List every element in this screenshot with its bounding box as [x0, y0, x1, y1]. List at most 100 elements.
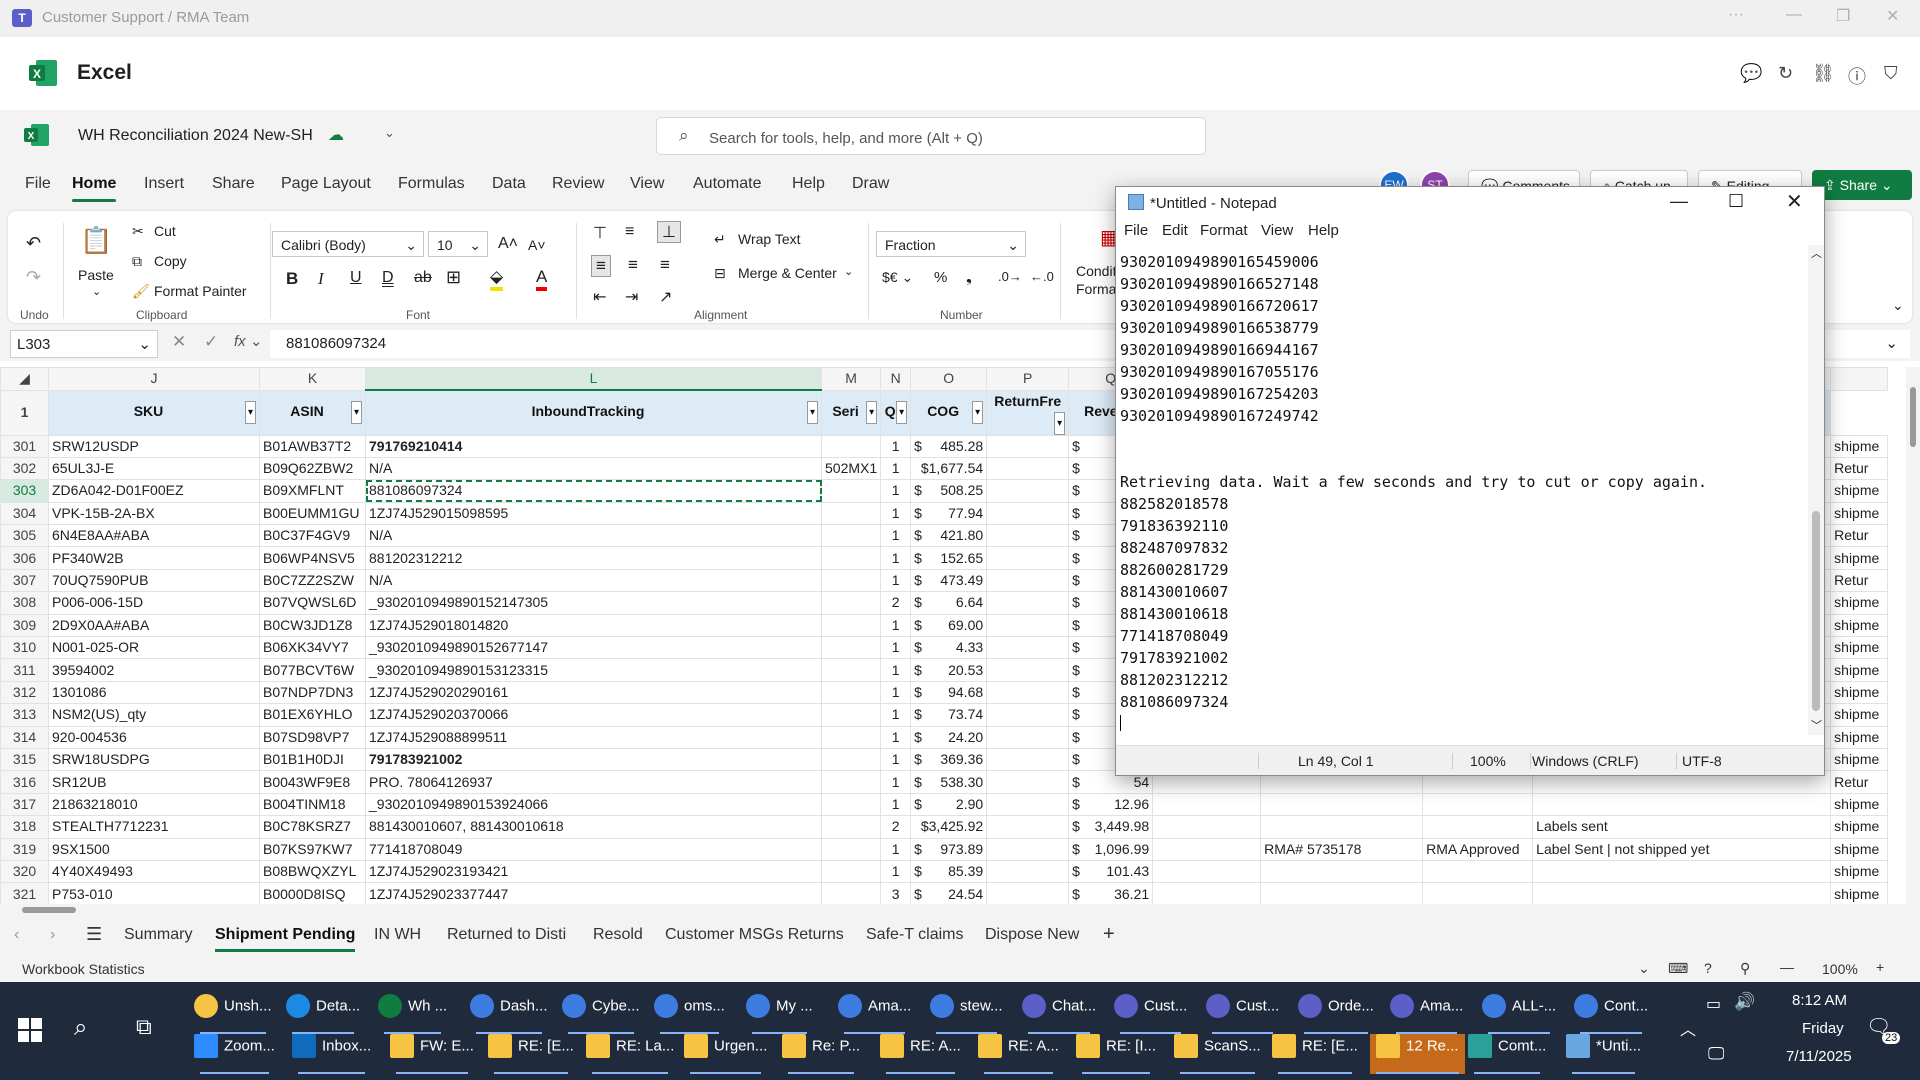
serial-cell[interactable] — [820, 882, 882, 906]
serial-cell[interactable] — [820, 680, 882, 705]
all-sheets-icon[interactable]: ☰ — [86, 924, 102, 945]
format-painter-icon[interactable]: 🖌 — [132, 283, 150, 300]
cog-cell[interactable]: $369.36 — [910, 747, 988, 772]
percent-icon[interactable]: % — [934, 269, 947, 286]
inbound-tracking-cell[interactable]: 1ZJ74J529018014820 — [365, 613, 822, 638]
cog-cell[interactable]: $421.80 — [910, 524, 988, 548]
serial-cell[interactable] — [820, 815, 882, 839]
taskbar-window-button[interactable]: RE: [E... — [488, 1034, 574, 1074]
revenue-cell[interactable]: $3,449.98 — [1068, 815, 1154, 839]
serial-cell[interactable] — [820, 770, 882, 794]
cog-cell[interactable]: $485.28 — [910, 434, 988, 458]
cog-cell[interactable]: $20.53 — [910, 658, 988, 682]
format-painter-button[interactable]: Format Painter — [154, 283, 247, 299]
qty-cell[interactable]: 1 — [880, 568, 912, 593]
notepad-menu-view[interactable]: View — [1261, 222, 1293, 239]
align-middle-icon[interactable]: ≡ — [625, 223, 634, 241]
table-header-cell[interactable]: SKU ▾ — [48, 389, 260, 436]
taskbar-app-button[interactable]: Orde... — [1298, 994, 1374, 1034]
serial-cell[interactable] — [820, 658, 882, 682]
qty-cell[interactable]: 3 — [880, 882, 912, 906]
font-color-icon[interactable]: A — [536, 267, 548, 291]
cut-icon[interactable]: ✂ — [132, 223, 144, 240]
cog-cell[interactable]: $77.94 — [910, 501, 988, 526]
align-left-icon[interactable]: ≡ — [591, 255, 611, 277]
taskbar-search-icon[interactable]: ⌕ — [74, 1014, 87, 1042]
row-number[interactable]: 307 — [0, 568, 49, 593]
rma-status-cell[interactable] — [1422, 859, 1534, 884]
qty-cell[interactable]: 1 — [880, 456, 912, 481]
return-fee-cell[interactable] — [986, 456, 1070, 481]
serial-cell[interactable] — [820, 636, 882, 660]
tab-file[interactable]: File — [25, 175, 51, 193]
taskbar-window-button[interactable]: RE: [I... — [1076, 1034, 1156, 1074]
taskbar-app-button[interactable]: Cust... — [1114, 994, 1187, 1034]
sku-cell[interactable]: P753-010 — [48, 882, 260, 906]
cell[interactable] — [1152, 859, 1262, 884]
number-format-select[interactable]: Fraction ⌄ — [876, 231, 1026, 257]
more-options-icon[interactable]: ··· — [1728, 6, 1744, 24]
return-fee-cell[interactable] — [986, 568, 1070, 593]
revenue-cell[interactable]: $101.43 — [1068, 859, 1154, 884]
serial-cell[interactable] — [820, 703, 882, 727]
row-number[interactable]: 312 — [0, 680, 49, 705]
serial-cell[interactable] — [820, 434, 882, 458]
return-fee-cell[interactable] — [986, 434, 1070, 458]
row-number[interactable]: 317 — [0, 792, 49, 817]
serial-cell[interactable] — [820, 546, 882, 570]
row-number[interactable]: 308 — [0, 591, 49, 615]
feedback-icon[interactable]: ⚲ — [1740, 960, 1750, 977]
cog-cell[interactable]: $24.54 — [910, 882, 988, 906]
qty-cell[interactable]: 2 — [880, 815, 912, 839]
taskbar-window-button[interactable]: Re: P... — [782, 1034, 860, 1074]
inbound-tracking-cell[interactable]: 1ZJ74J529015098595 — [365, 501, 822, 526]
serial-cell[interactable] — [820, 859, 882, 884]
table-header-cell[interactable]: Q ▾ — [880, 389, 912, 436]
align-bottom-icon[interactable]: ⊥ — [657, 221, 681, 243]
inbound-tracking-cell[interactable]: N/A — [365, 524, 822, 548]
status-cell[interactable]: Retur — [1830, 568, 1889, 593]
taskbar-app-button[interactable]: Cust... — [1206, 994, 1279, 1034]
row-number[interactable]: 316 — [0, 770, 49, 794]
inbound-tracking-cell[interactable]: 791783921002 — [365, 747, 822, 772]
asin-cell[interactable]: B01EX6YHLO — [259, 703, 366, 727]
sheet-tab-summary[interactable]: Summary — [124, 926, 192, 944]
rma-status-cell[interactable]: RMA Approved — [1422, 837, 1534, 861]
taskbar-window-button[interactable]: RE: [E... — [1272, 1034, 1358, 1074]
rma-number-cell[interactable]: RMA# 5735178 — [1260, 837, 1424, 861]
table-header-cell[interactable]: COG ▾ — [910, 389, 988, 436]
taskbar-app-button[interactable]: Ama... — [838, 994, 911, 1034]
asin-cell[interactable]: B0CW3JD1Z8 — [259, 613, 366, 638]
inbound-tracking-cell[interactable]: 1ZJ74J529020290161 — [365, 680, 822, 705]
asin-cell[interactable]: B0043WF9E8 — [259, 770, 366, 794]
taskbar-app-button[interactable]: Ama... — [1390, 994, 1463, 1034]
cog-cell[interactable]: $69.00 — [910, 613, 988, 638]
taskbar-window-button[interactable]: *Unti... — [1566, 1034, 1641, 1074]
taskbar-app-button[interactable]: Unsh... — [194, 994, 272, 1034]
search-box[interactable]: ⌕ Search for tools, help, and more (Alt … — [656, 117, 1206, 155]
return-fee-cell[interactable] — [986, 613, 1070, 638]
filter-dropdown-icon[interactable]: ▾ — [1054, 411, 1066, 434]
cog-cell[interactable]: $3,425.92 — [910, 815, 988, 839]
notepad-minimize-icon[interactable]: — — [1670, 191, 1688, 212]
sku-cell[interactable]: STEALTH7712231 — [48, 815, 260, 839]
sku-cell[interactable]: SR12UB — [48, 770, 260, 794]
rma-status-cell[interactable] — [1422, 792, 1534, 817]
tab-page-layout[interactable]: Page Layout — [281, 175, 371, 193]
vertical-scroll-thumb[interactable] — [1910, 387, 1916, 447]
status-cell[interactable]: shipme — [1830, 479, 1889, 503]
notepad-scroll-up-icon[interactable]: ︿ — [1811, 245, 1822, 261]
row-number[interactable]: 320 — [0, 859, 49, 884]
qty-cell[interactable]: 1 — [880, 725, 912, 749]
return-fee-cell[interactable] — [986, 680, 1070, 705]
serial-cell[interactable] — [820, 524, 882, 548]
tab-help[interactable]: Help — [792, 175, 825, 193]
filter-dropdown-icon[interactable]: ▾ — [866, 401, 878, 424]
notepad-scroll-down-icon[interactable]: ﹀ — [1811, 717, 1822, 733]
battery-icon[interactable]: ▭ — [1706, 994, 1721, 1014]
row-number[interactable]: 321 — [0, 882, 49, 906]
column-letter[interactable]: M — [820, 367, 882, 391]
cell[interactable] — [1152, 792, 1262, 817]
asin-cell[interactable]: B0C7ZZ2SZW — [259, 568, 366, 593]
qty-cell[interactable]: 1 — [880, 770, 912, 794]
